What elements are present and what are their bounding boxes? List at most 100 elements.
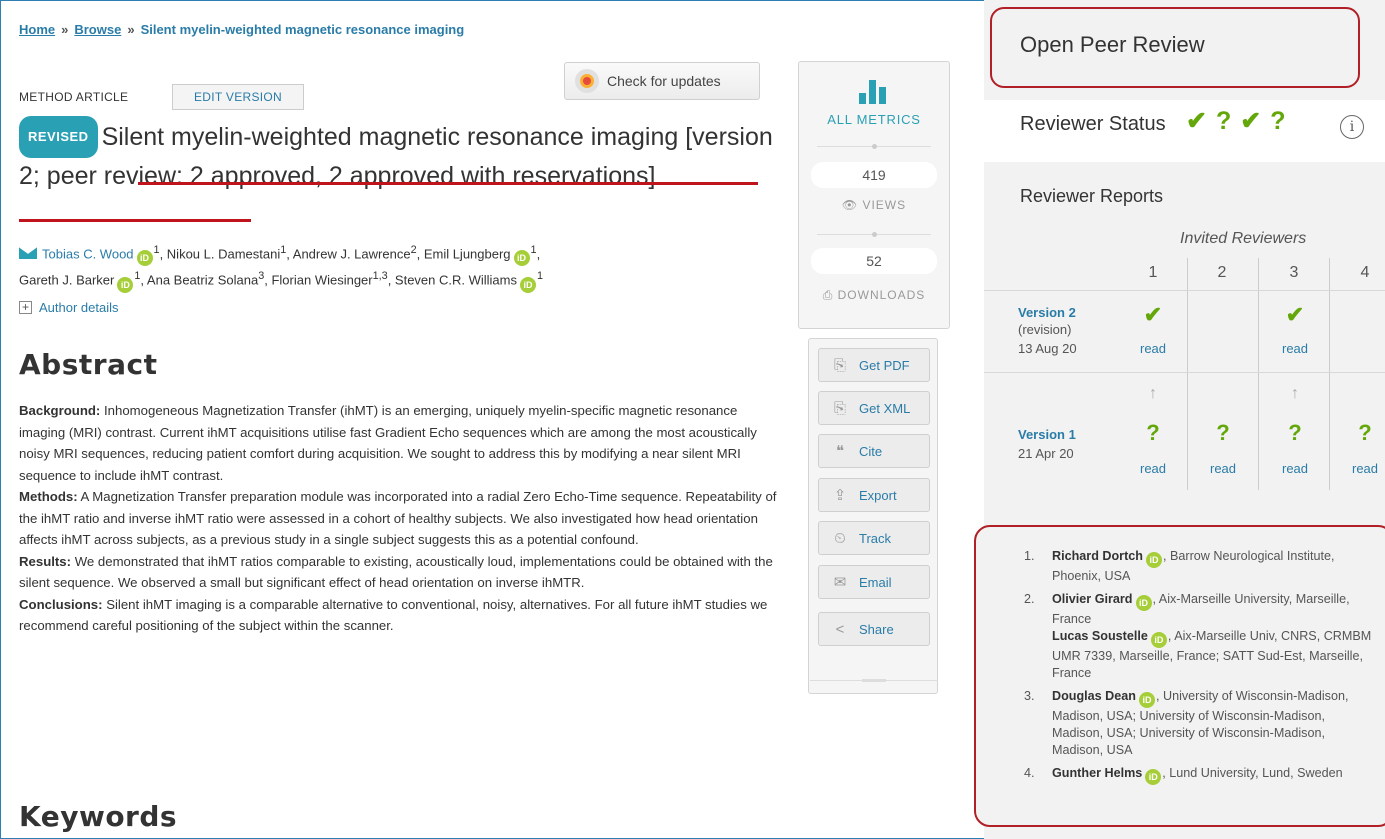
list-number: 1. (1024, 549, 1035, 563)
reviewer-name[interactable]: Douglas Dean (1052, 689, 1136, 703)
author-name: , Florian Wiesinger (264, 272, 373, 288)
list-number: 2. (1024, 592, 1035, 606)
abstract-background-text: Inhomogeneous Magnetization Transfer (ih… (19, 403, 757, 483)
get-xml-button[interactable]: ⎘ Get XML (818, 391, 930, 425)
version-1-link[interactable]: Version 1 (1018, 427, 1076, 442)
all-metrics-link[interactable]: ALL METRICS (799, 112, 949, 127)
abstract-body: Background: Inhomogeneous Magnetization … (19, 400, 779, 637)
author-affiliation-number: 1 (537, 270, 544, 283)
abstract-methods-text: A Magnetization Transfer preparation mod… (19, 489, 777, 547)
read-report-link[interactable]: read (1275, 461, 1315, 476)
orcid-icon[interactable]: iD (1138, 692, 1155, 708)
orcid-icon[interactable]: iD (513, 250, 530, 267)
list-item: 1. Richard Dortch iD, Barrow Neurological… (1024, 548, 1379, 585)
breadcrumb-home-link[interactable]: Home (19, 22, 55, 37)
approved-icon: ✔ (1240, 107, 1262, 135)
list-item: 2. Olivier Girard iD, Aix-Marseille Unive… (1024, 591, 1379, 682)
version-2-revision: (revision) (1018, 322, 1072, 337)
abstract-background-label: Background: (19, 403, 101, 418)
read-report-link[interactable]: read (1133, 461, 1173, 476)
read-report-link[interactable]: read (1203, 461, 1243, 476)
arrow-up-icon: ↑ (1149, 385, 1157, 402)
orcid-icon[interactable]: iD (1145, 769, 1162, 785)
metrics-panel: ALL METRICS 419 👁 VIEWS 52 ⎙ DOWNLOADS (798, 61, 950, 329)
author-name: Gareth J. Barker (19, 272, 115, 288)
reservations-icon: ? (1146, 420, 1160, 445)
track-button[interactable]: ⏲ Track (818, 521, 930, 555)
orcid-icon[interactable]: iD (136, 250, 153, 267)
orcid-icon[interactable]: iD (1150, 632, 1167, 648)
breadcrumb-browse-link[interactable]: Browse (74, 22, 121, 37)
share-button[interactable]: < Share (818, 612, 930, 646)
crossmark-icon (575, 69, 599, 93)
breadcrumb-current: Silent myelin-weighted magnetic resonanc… (140, 22, 465, 37)
action-label: Get XML (859, 400, 911, 416)
quote-icon: ❝ (835, 443, 845, 460)
eye-icon: 👁 (841, 198, 863, 212)
article-title-main: Silent myelin-weighted magnetic resonanc… (101, 123, 686, 151)
article-type: METHOD ARTICLE (19, 90, 129, 104)
reviewer-reports-title: Reviewer Reports (1020, 186, 1164, 206)
abstract-conclusions-label: Conclusions: (19, 596, 103, 612)
edit-version-button[interactable]: EDIT VERSION (172, 84, 304, 110)
abstract-heading: Abstract (19, 348, 158, 381)
author-name: , Nikou L. Damestani (159, 246, 281, 262)
divider-dot (872, 232, 877, 237)
get-pdf-button[interactable]: ⎘ Get PDF (818, 348, 930, 382)
author-details-toggle[interactable]: + Author details (19, 300, 119, 315)
author-details-label: Author details (39, 300, 119, 315)
reviewer-name[interactable]: Olivier Girard (1052, 592, 1133, 606)
abstract-results-text: We demonstrated that ihMT ratios compara… (19, 553, 773, 591)
reviewer-name[interactable]: Gunther Helms (1052, 766, 1142, 780)
actions-collapse-tab[interactable] (810, 679, 938, 694)
export-icon: ⇪ (833, 487, 847, 504)
approved-icon: ✔ (1285, 302, 1305, 327)
author-affiliation-number: 1 (530, 244, 537, 256)
share-icon: < (835, 620, 845, 638)
version-2-date: 13 Aug 20 (1018, 341, 1077, 356)
check-for-updates-label: Check for updates (607, 73, 721, 89)
author-link[interactable]: Tobias C. Wood (42, 246, 134, 261)
mail-icon: ✉ (833, 574, 847, 591)
abstract-results-label: Results: (19, 553, 72, 569)
abstract-conclusions-text: Silent ihMT imaging is a comparable alte… (19, 596, 768, 634)
reviewer-name[interactable]: Richard Dortch (1052, 549, 1143, 563)
read-report-link[interactable]: read (1275, 341, 1315, 356)
read-report-link[interactable]: read (1133, 341, 1173, 356)
reviewer-column-number: 4 (1360, 264, 1370, 281)
orcid-icon[interactable]: iD (117, 276, 134, 293)
author-name: , Emil Ljungberg (416, 246, 511, 262)
clock-icon: ⏲ (834, 529, 846, 547)
reviewer-column-number: 1 (1148, 264, 1158, 281)
action-label: Track (859, 530, 892, 546)
plus-icon: + (19, 301, 32, 314)
highlight-underline (19, 219, 251, 222)
open-peer-review-title: Open Peer Review (1020, 32, 1205, 57)
orcid-icon[interactable]: iD (1135, 595, 1152, 611)
reviewer-status-marks: ✔? ✔? (1186, 106, 1294, 136)
orcid-icon[interactable]: iD (520, 276, 536, 293)
xml-icon: ⎘ (833, 399, 846, 417)
divider-dot (872, 144, 877, 149)
email-icon[interactable] (19, 247, 37, 260)
export-button[interactable]: ⇪ Export (818, 478, 930, 512)
bar-chart-icon[interactable] (859, 80, 891, 104)
breadcrumb-separator: » (61, 22, 69, 37)
orcid-icon[interactable]: iD (1145, 552, 1162, 568)
grid-line (1258, 258, 1259, 490)
read-report-link[interactable]: read (1345, 461, 1385, 476)
downloads-count: 52 (811, 248, 937, 274)
reviewer-name[interactable]: Lucas Soustelle (1052, 629, 1148, 643)
reservations-icon: ? (1358, 420, 1372, 445)
email-button[interactable]: ✉ Email (818, 565, 930, 599)
grid-line (1329, 258, 1330, 490)
version-2-link[interactable]: Version 2 (1018, 305, 1076, 320)
info-icon[interactable]: i (1340, 115, 1364, 139)
check-for-updates-button[interactable]: Check for updates (564, 62, 760, 100)
author-name: , Ana Beatriz Solana (140, 272, 259, 288)
author-list: Tobias C. Wood iD1, Nikou L. Damestani1, … (19, 240, 779, 293)
cite-button[interactable]: ❝ Cite (818, 434, 930, 468)
action-label: Export (859, 487, 897, 503)
arrow-up-icon: ↑ (1291, 385, 1299, 402)
author-affiliation-number: 1,3 (372, 270, 388, 283)
